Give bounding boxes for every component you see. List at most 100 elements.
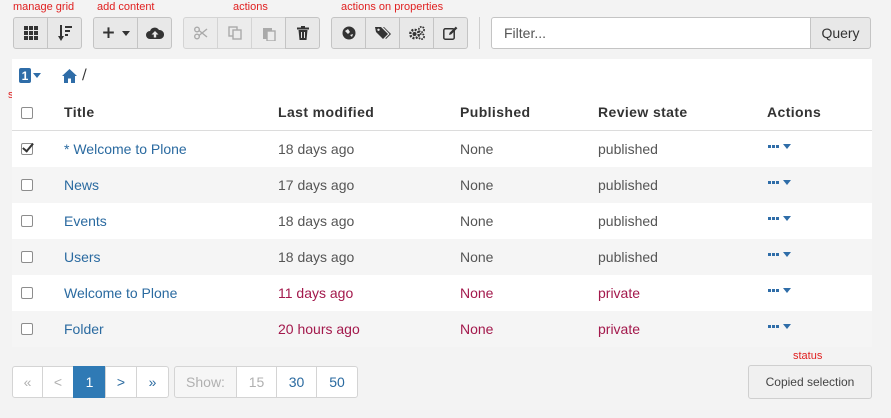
- column-header-actions: Actions: [767, 104, 822, 120]
- chevron-down-icon: [783, 324, 791, 329]
- tags-icon: [374, 27, 391, 39]
- paste-button[interactable]: [251, 17, 286, 49]
- gears-icon: [408, 26, 425, 40]
- chevron-down-icon: [783, 144, 791, 149]
- table-row[interactable]: Welcome to Plone 11 days ago None private: [12, 275, 872, 311]
- chevron-down-icon: [783, 180, 791, 185]
- page-1-button[interactable]: 1: [73, 366, 106, 398]
- row-published: None: [460, 177, 494, 193]
- prev-page-button[interactable]: <: [42, 366, 74, 398]
- show-label: Show:: [174, 366, 237, 398]
- column-header-review-state[interactable]: Review state: [598, 104, 688, 120]
- row-checkbox[interactable]: [21, 215, 33, 227]
- selection-count-badge[interactable]: 1: [19, 68, 31, 83]
- row-last-modified: 17 days ago: [278, 177, 355, 193]
- sort-button[interactable]: [47, 17, 82, 49]
- table-header-row: [12, 95, 872, 131]
- column-header-last-modified[interactable]: Last modified: [278, 104, 374, 120]
- pagination: « < 1 > »: [12, 366, 169, 398]
- row-title-link[interactable]: * Welcome to Plone: [64, 141, 187, 157]
- first-page-button[interactable]: «: [12, 366, 43, 398]
- workflow-button[interactable]: [331, 17, 366, 49]
- row-checkbox[interactable]: [21, 287, 33, 299]
- row-last-modified: 11 days ago: [278, 285, 354, 301]
- ellipsis-icon: [768, 289, 779, 292]
- chevron-down-icon[interactable]: [33, 73, 41, 78]
- row-published: None: [460, 321, 494, 337]
- page-size-selector: Show: 15 30 50: [174, 366, 358, 398]
- column-header-published[interactable]: Published: [460, 104, 531, 120]
- row-published: None: [460, 249, 494, 265]
- copy-icon: [227, 26, 242, 40]
- row-title-link[interactable]: Events: [64, 213, 107, 229]
- rename-button[interactable]: [433, 17, 468, 49]
- properties-button[interactable]: [399, 17, 434, 49]
- table-row[interactable]: Users 18 days ago None published: [12, 239, 872, 275]
- grid-icon: [23, 26, 38, 40]
- last-page-button[interactable]: »: [136, 366, 169, 398]
- upload-button[interactable]: [137, 17, 172, 49]
- page-size-30[interactable]: 30: [276, 366, 317, 398]
- grid-columns-button[interactable]: [13, 17, 48, 49]
- row-review-state: published: [598, 141, 658, 157]
- paste-icon: [262, 27, 276, 41]
- home-icon[interactable]: [62, 68, 77, 87]
- cut-button[interactable]: [183, 17, 218, 49]
- table-row[interactable]: News 17 days ago None published: [12, 167, 872, 203]
- filter-input[interactable]: [491, 17, 811, 49]
- annotation-add-content: add content: [97, 1, 155, 13]
- toolbar-divider: [479, 17, 480, 49]
- row-actions-menu[interactable]: [768, 252, 791, 257]
- query-button[interactable]: Query: [810, 17, 871, 49]
- row-checkbox[interactable]: [21, 179, 33, 191]
- ellipsis-icon: [768, 145, 779, 148]
- chevron-down-icon: [783, 252, 791, 257]
- row-title-link[interactable]: Users: [64, 249, 101, 265]
- row-actions-menu[interactable]: [768, 144, 791, 149]
- copy-button[interactable]: [217, 17, 252, 49]
- tags-button[interactable]: [365, 17, 400, 49]
- row-published: None: [460, 213, 494, 229]
- row-review-state: private: [598, 285, 641, 301]
- ellipsis-icon: [768, 253, 779, 256]
- select-all-checkbox[interactable]: [21, 107, 33, 119]
- row-last-modified: 18 days ago: [278, 249, 355, 265]
- table-row[interactable]: * Welcome to Plone 18 days ago None publish…: [12, 131, 872, 167]
- row-last-modified: 18 days ago: [278, 141, 355, 157]
- row-title-link[interactable]: News: [64, 177, 99, 193]
- row-published: None: [460, 141, 494, 157]
- row-actions-menu[interactable]: [768, 324, 791, 329]
- table-row[interactable]: Folder 20 hours ago None private: [12, 311, 872, 347]
- row-checkbox[interactable]: [21, 251, 33, 263]
- ellipsis-icon: [768, 181, 779, 184]
- workflow-icon: [342, 26, 355, 40]
- chevron-down-icon: [783, 288, 791, 293]
- delete-button[interactable]: [285, 17, 320, 49]
- column-header-title[interactable]: Title: [64, 104, 95, 120]
- row-review-state: private: [598, 321, 641, 337]
- sort-icon: [57, 25, 72, 41]
- ellipsis-icon: [768, 217, 779, 220]
- row-title-link[interactable]: Welcome to Plone: [64, 285, 177, 301]
- add-content-button[interactable]: +: [93, 17, 138, 49]
- row-actions-menu[interactable]: [768, 288, 791, 293]
- row-checkbox[interactable]: [21, 323, 33, 335]
- row-published: None: [460, 285, 494, 301]
- table-row[interactable]: Events 18 days ago None published: [12, 203, 872, 239]
- next-page-button[interactable]: >: [105, 366, 137, 398]
- page-size-50[interactable]: 50: [316, 366, 358, 398]
- row-actions-menu[interactable]: [768, 180, 791, 185]
- row-actions-menu[interactable]: [768, 216, 791, 221]
- row-title-link[interactable]: Folder: [64, 321, 104, 337]
- trash-icon: [296, 26, 309, 40]
- row-checkbox[interactable]: [21, 143, 33, 155]
- annotation-manage-grid: manage grid: [13, 1, 75, 13]
- row-review-state: published: [598, 249, 658, 265]
- page-size-15[interactable]: 15: [236, 366, 277, 398]
- plus-icon: +: [101, 22, 116, 43]
- cloud-upload-icon: [145, 27, 164, 39]
- chevron-down-icon: [783, 216, 791, 221]
- row-review-state: published: [598, 213, 658, 229]
- status-indicator[interactable]: Copied selection: [748, 365, 872, 399]
- annotation-actions-on-properties: actions on properties: [341, 1, 444, 13]
